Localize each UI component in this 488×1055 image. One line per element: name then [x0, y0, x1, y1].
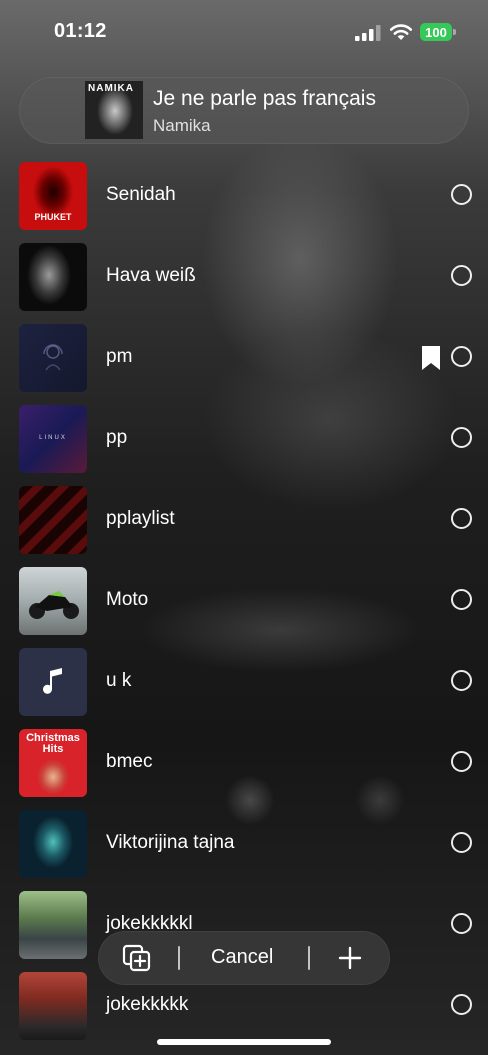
playlist-row-pplaylist[interactable]: pplaylist — [0, 484, 488, 556]
playlist-row-pm[interactable]: pm — [0, 322, 488, 394]
add-to-playlist-icon[interactable] — [122, 944, 152, 972]
playlist-row-hava-weiss[interactable]: Hava weiß — [0, 241, 488, 313]
select-circle-icon[interactable] — [451, 670, 472, 691]
bookmark-icon — [422, 346, 440, 370]
playlist-artwork — [19, 810, 87, 878]
playlist-row-senidah[interactable]: PHUKET Senidah — [0, 160, 488, 232]
toolbar-divider — [308, 946, 310, 970]
playlist-row-viktorijina-tajna[interactable]: Viktorijina tajna — [0, 808, 488, 880]
home-indicator — [157, 1039, 331, 1045]
status-time: 01:12 — [54, 20, 107, 42]
playlist-artwork: Christmas Hits — [19, 729, 87, 797]
now-playing-artwork: NAMIKA — [85, 81, 143, 139]
bottom-toolbar: Cancel — [98, 931, 390, 985]
select-circle-icon[interactable] — [451, 589, 472, 610]
wifi-icon — [389, 24, 413, 40]
playlist-artwork-text: PHUKET — [34, 212, 72, 222]
playlist-artwork-text: LINUX — [39, 435, 67, 441]
playlist-row-moto[interactable]: Moto — [0, 565, 488, 637]
select-circle-icon[interactable] — [451, 508, 472, 529]
playlist-name: Viktorijina tajna — [106, 832, 235, 853]
select-circle-icon[interactable] — [451, 427, 472, 448]
now-playing-bar[interactable]: NAMIKA Je ne parle pas français Namika — [19, 77, 469, 144]
playlist-name: pplaylist — [106, 508, 175, 529]
playlist-name: Senidah — [106, 184, 176, 205]
select-circle-icon[interactable] — [451, 265, 472, 286]
playlist-artwork — [19, 243, 87, 311]
select-circle-icon[interactable] — [451, 346, 472, 367]
playlist-artwork: PHUKET — [19, 162, 87, 230]
headphones-figure-icon — [43, 344, 63, 371]
now-playing-artwork-text: NAMIKA — [88, 83, 134, 94]
select-circle-icon[interactable] — [451, 751, 472, 772]
battery-tip — [453, 29, 456, 35]
playlist-name: Hava weiß — [106, 265, 196, 286]
playlist-artwork — [19, 972, 87, 1040]
select-circle-icon[interactable] — [451, 994, 472, 1015]
select-circle-icon[interactable] — [451, 913, 472, 934]
cancel-button[interactable]: Cancel — [211, 946, 273, 969]
playlist-name: pp — [106, 427, 128, 448]
playlist-artwork — [19, 324, 87, 392]
now-playing-title: Je ne parle pas français — [153, 87, 376, 110]
playlist-name: jokekkkkk — [106, 994, 189, 1015]
playlist-row-pp[interactable]: LINUX pp — [0, 403, 488, 475]
playlist-name: u k — [106, 670, 132, 691]
battery-level: 100 — [425, 24, 447, 40]
toolbar-divider — [178, 946, 180, 970]
playlist-artwork-text: Christmas Hits — [26, 732, 80, 755]
now-playing-artist: Namika — [153, 116, 211, 135]
playlist-artwork — [19, 891, 87, 959]
playlist-row-bmec[interactable]: Christmas Hits bmec — [0, 727, 488, 799]
playlist-row-u-k[interactable]: u k — [0, 646, 488, 718]
playlist-name: pm — [106, 346, 133, 367]
playlist-artwork: LINUX — [19, 405, 87, 473]
playlist-name: bmec — [106, 751, 153, 772]
playlist-artwork — [19, 567, 87, 635]
playlist-artwork — [19, 648, 87, 716]
cellular-signal-icon — [355, 25, 381, 41]
plus-icon[interactable] — [338, 946, 362, 970]
music-note-icon — [43, 668, 62, 694]
select-circle-icon[interactable] — [451, 184, 472, 205]
battery-icon: 100 — [420, 23, 452, 41]
playlist-name: Moto — [106, 589, 149, 610]
status-bar: 01:12 100 — [0, 0, 488, 64]
select-circle-icon[interactable] — [451, 832, 472, 853]
playlist-artwork — [19, 486, 87, 554]
motorcycle-icon — [29, 591, 79, 619]
